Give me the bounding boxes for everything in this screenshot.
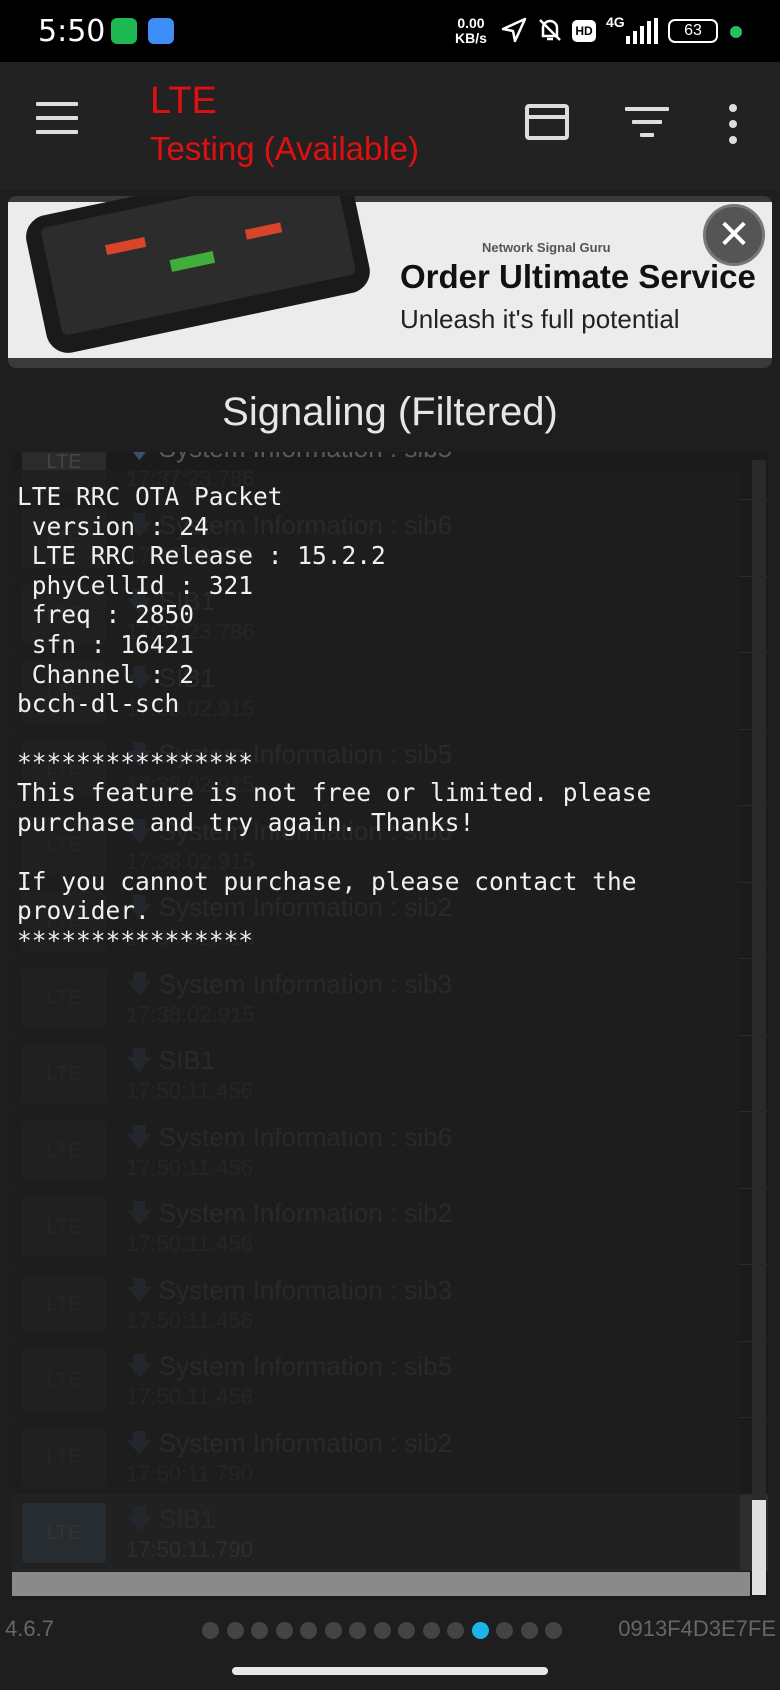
page-dot[interactable] (447, 1622, 464, 1639)
page-dot[interactable] (300, 1622, 317, 1639)
network-speed: 0.00 KB/s (455, 15, 487, 46)
status-bar: 5:50 0.00 KB/s HD 4G 63 (0, 0, 780, 62)
app-subtitle: Testing (Available) (150, 130, 420, 167)
hamburger-menu-icon[interactable] (36, 102, 78, 138)
page-title: Signaling (Filtered) (222, 390, 558, 434)
footer-bar: 4.6.7 0913F4D3E7FE (0, 1606, 780, 1650)
network-type: 4G (606, 14, 625, 30)
scrollbar-thumb[interactable] (752, 1500, 766, 1595)
notification-app-icon (111, 18, 137, 44)
card-icon[interactable] (525, 104, 569, 140)
location-icon (501, 17, 527, 43)
scrollbar-track[interactable] (752, 460, 766, 1595)
signal-strength-icon (626, 18, 658, 44)
ad-headline: Order Ultimate Service (400, 258, 756, 295)
page-dot[interactable] (520, 1622, 538, 1639)
battery-icon: 63 (668, 19, 718, 43)
app-bar: LTE Testing (Available) (0, 62, 780, 190)
status-time: 5:50 (38, 14, 106, 49)
message-label: System Information : sib5 (159, 452, 452, 463)
privacy-indicator-dot (730, 26, 742, 38)
page-dot[interactable] (398, 1622, 415, 1639)
page-dot[interactable] (275, 1622, 293, 1639)
page-dot[interactable] (471, 1622, 489, 1639)
horizontal-scrollbar[interactable] (12, 1572, 750, 1596)
notification-signal-icon (148, 18, 174, 44)
page-dot[interactable] (422, 1622, 440, 1639)
more-options-icon[interactable] (729, 104, 739, 144)
page-dot[interactable] (545, 1622, 562, 1639)
page-dot[interactable] (496, 1622, 513, 1639)
page-dot[interactable] (349, 1622, 366, 1639)
mute-bell-icon (539, 19, 561, 41)
page-dot[interactable] (226, 1622, 244, 1639)
phone-image (22, 196, 374, 357)
page-dot[interactable] (324, 1622, 342, 1639)
ad-banner[interactable]: Network Signal Guru Order Ultimate Servi… (8, 196, 772, 368)
hd-voice-icon: HD (572, 20, 596, 42)
packet-detail-dialog[interactable]: LTE RRC OTA Packet version : 24 LTE RRC … (0, 470, 740, 1570)
close-ad-icon[interactable]: ✕ (703, 204, 765, 266)
device-id: 0913F4D3E7FE (618, 1616, 776, 1641)
gesture-nav-bar[interactable] (232, 1667, 548, 1675)
page-dot[interactable] (251, 1622, 268, 1639)
downlink-arrow-icon: 🡇 (126, 452, 153, 463)
page-indicator[interactable] (202, 1622, 570, 1642)
ad-subline: Unleash it's full potential (400, 304, 680, 334)
app-title: LTE (150, 80, 217, 122)
filter-icon[interactable] (625, 107, 669, 137)
page-dot[interactable] (373, 1622, 391, 1639)
ad-banner-content[interactable]: Network Signal Guru Order Ultimate Servi… (8, 196, 772, 358)
app-version: 4.6.7 (5, 1616, 54, 1641)
packet-detail-text: LTE RRC OTA Packet version : 24 LTE RRC … (17, 482, 652, 955)
page-dot[interactable] (202, 1622, 219, 1639)
ad-brand: Network Signal Guru (482, 240, 611, 255)
